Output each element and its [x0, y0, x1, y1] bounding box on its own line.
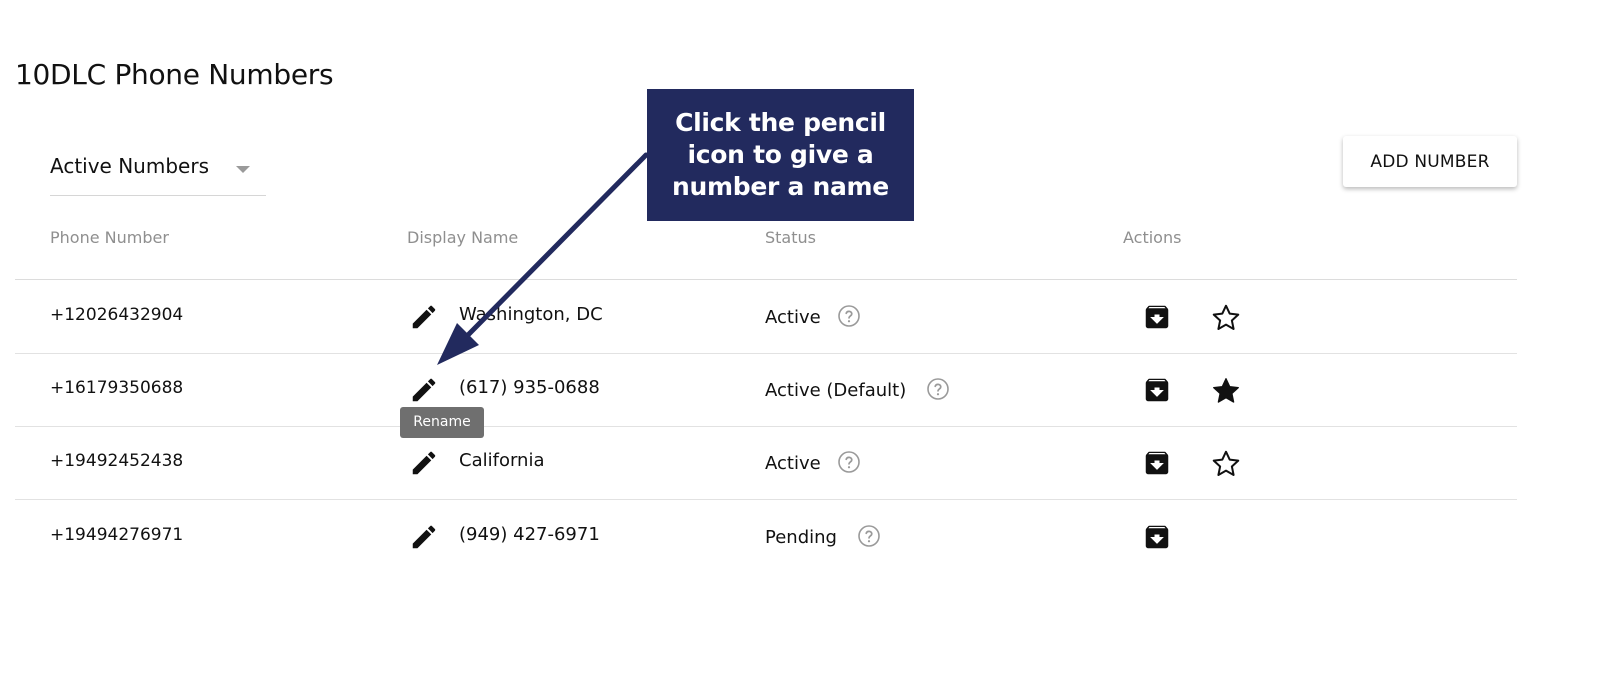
rename-tooltip: Rename — [400, 407, 484, 438]
status-text: Active (Default) — [765, 380, 907, 401]
archive-icon[interactable] — [1142, 375, 1172, 405]
help-circle-icon[interactable] — [837, 304, 861, 328]
star-outline-icon[interactable] — [1209, 302, 1243, 334]
status-text: Pending — [765, 527, 837, 548]
add-number-button[interactable]: ADD NUMBER — [1343, 136, 1517, 187]
phone-number: +19492452438 — [50, 451, 184, 471]
caret-down-icon — [236, 166, 250, 173]
table-row: +12026432904 Washington, DC Active — [15, 280, 1517, 354]
archive-icon[interactable] — [1142, 522, 1172, 552]
pencil-icon[interactable] — [409, 302, 439, 332]
phone-number: +19494276971 — [50, 525, 184, 545]
display-name: (617) 935-0688 — [459, 377, 600, 398]
column-header-status: Status — [765, 228, 816, 247]
help-circle-icon[interactable] — [926, 377, 950, 401]
column-header-actions: Actions — [1123, 228, 1182, 247]
archive-icon[interactable] — [1142, 302, 1172, 332]
archive-icon[interactable] — [1142, 448, 1172, 478]
pencil-icon[interactable] — [409, 375, 439, 405]
help-circle-icon[interactable] — [837, 450, 861, 474]
star-outline-icon[interactable] — [1209, 448, 1243, 480]
phone-number: +16179350688 — [50, 378, 184, 398]
display-name: California — [459, 450, 545, 471]
filter-selected-value: Active Numbers — [50, 154, 209, 178]
help-circle-icon[interactable] — [857, 524, 881, 548]
column-header-phone-number: Phone Number — [50, 228, 169, 247]
numbers-filter-dropdown[interactable]: Active Numbers — [50, 140, 266, 196]
display-name: (949) 427-6971 — [459, 524, 600, 545]
pencil-icon[interactable] — [409, 448, 439, 478]
star-filled-icon[interactable] — [1209, 375, 1243, 407]
table-row: +16179350688 (617) 935-0688 Active (Defa… — [15, 353, 1517, 427]
page-title: 10DLC Phone Numbers — [15, 58, 334, 91]
annotation-callout: Click the pencil icon to give a number a… — [647, 89, 914, 221]
column-header-display-name: Display Name — [407, 228, 519, 247]
table-row: +19492452438 California Active — [15, 426, 1517, 500]
status-text: Active — [765, 453, 821, 474]
display-name: Washington, DC — [459, 304, 603, 325]
status-text: Active — [765, 307, 821, 328]
phone-number: +12026432904 — [50, 305, 184, 325]
table-row: +19494276971 (949) 427-6971 Pending — [15, 500, 1517, 573]
pencil-icon[interactable] — [409, 522, 439, 552]
